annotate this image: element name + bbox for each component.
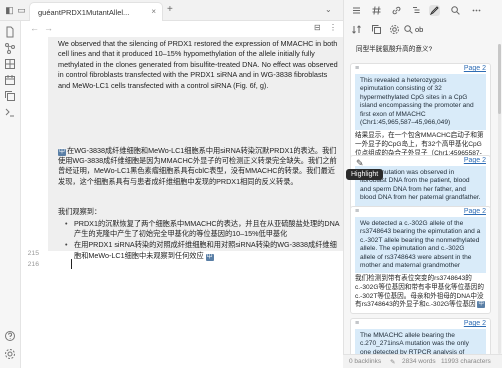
card-menu-icon[interactable]: ≡	[355, 65, 359, 72]
tab-active-document[interactable]: guéantPRDX1MutantAllel... ×	[29, 2, 163, 21]
tab-list-chevron-icon[interactable]: ⌄	[325, 5, 332, 14]
terminal-icon[interactable]	[4, 106, 16, 118]
annotation-card[interactable]: Page 2 ...s epimutation was observed in …	[350, 155, 491, 210]
translation-badge-icon: 中	[477, 301, 485, 309]
highlight-text: This revealed a heterozygous epimutation…	[355, 74, 486, 131]
more-options-icon[interactable]: ⋮	[329, 23, 337, 32]
tab-title: guéantPRDX1MutantAllel...	[38, 8, 130, 17]
card-header: Page 2	[351, 156, 490, 166]
card-header: ≡ Page 2	[351, 207, 490, 217]
scrollbar-thumb[interactable]	[498, 44, 501, 114]
highlight-tooltip: Highlight	[346, 169, 384, 180]
sidebar-top-icons	[344, 0, 502, 21]
editor-pane[interactable]: We observed that the silencing of PRDX1 …	[21, 37, 348, 368]
folder-icon[interactable]: ▭	[16, 5, 27, 16]
sidebar-scrollbar[interactable]	[498, 44, 501, 354]
page-link[interactable]: Page 2	[464, 65, 486, 72]
settings-small-icon[interactable]	[389, 24, 400, 35]
page-link[interactable]: Page 2	[464, 320, 486, 327]
line-number: 215	[27, 250, 39, 257]
right-sidebar: ob 同型半胱氨酸升高的意义? ≡ Page 2 This revealed a…	[343, 0, 502, 368]
paragraph-english: We observed that the silencing of PRDX1 …	[58, 39, 338, 90]
tab-bar: ◧ ▭ guéantPRDX1MutantAllel... × + ⌄	[0, 0, 343, 21]
copy-notes-icon[interactable]	[371, 24, 382, 35]
list-icon[interactable]	[351, 5, 362, 16]
sidebar-search-input[interactable]: ob	[415, 25, 423, 34]
editor-nav-row: ← → ⊟ ⋮	[21, 21, 343, 37]
search-icon[interactable]	[450, 5, 461, 16]
line-number: 216	[27, 261, 39, 268]
sidebar-toggle-icon[interactable]: ◧	[4, 5, 15, 16]
word-count: 2834 words	[402, 358, 436, 365]
annotation-card[interactable]: ≡ Page 2 We detected a c.-302G allele of…	[350, 206, 491, 314]
backlinks-count[interactable]: 0 backlinks	[349, 358, 381, 365]
paragraph-chinese: 中在WG-3838成纤维细胞和MeWo-LC1细胞系中用siRNA转染沉默PRD…	[58, 146, 338, 187]
first-note: 同型半胱氨酸升高的意义?	[356, 46, 433, 53]
settings-icon[interactable]	[4, 348, 16, 360]
graph-icon[interactable]	[4, 42, 16, 54]
filter-search-icon[interactable]	[403, 24, 414, 35]
grid-icon[interactable]	[4, 58, 16, 70]
highlight-pen-icon[interactable]: ✎	[356, 158, 364, 169]
card-note: 我们检测到带有表位突变的rs3748643的c.-302G等位基因和带有非甲基化…	[355, 275, 486, 309]
edit-mode-icon[interactable]: ✎	[390, 358, 395, 366]
forward-button[interactable]: →	[44, 23, 53, 33]
page-link[interactable]: Page 2	[464, 157, 486, 164]
highlight-icon[interactable]	[429, 5, 440, 16]
paragraph-chinese-text: 在WG-3838成纤维细胞和MeWo-LC1细胞系中用siRNA转染沉默PRDX…	[58, 146, 337, 186]
bullet-list: PRDX1的沉默恢复了两个细胞系中MMACHC的表达，并且在从亚硫酸盐处理的DN…	[58, 219, 342, 262]
new-tab-button[interactable]: +	[167, 4, 173, 15]
files-icon[interactable]	[4, 26, 16, 38]
reading-view-icon[interactable]: ⊟	[314, 23, 321, 32]
status-bar: 0 backlinks ✎ 2834 words 11993 character…	[343, 354, 502, 368]
left-ribbon	[0, 21, 21, 368]
calendar-icon[interactable]	[4, 74, 16, 86]
highlight-text: We detected a c.-302G allele of the rs37…	[355, 217, 486, 274]
help-icon[interactable]	[4, 330, 16, 342]
outline-icon[interactable]	[411, 5, 422, 16]
hash-icon[interactable]	[371, 5, 382, 16]
sort-icon[interactable]	[351, 24, 362, 35]
list-item: 在用PRDX1 siRNA转染的对照成纤维细胞和用对照siRNA转染的WG-38…	[58, 240, 342, 261]
back-button[interactable]: ←	[30, 23, 39, 33]
sidebar-toolbar: ob	[344, 21, 502, 38]
character-count: 11993 characters	[441, 358, 491, 365]
card-menu-icon[interactable]: ≡	[355, 208, 359, 215]
translation-badge-icon: 中	[58, 149, 67, 156]
page-link[interactable]: Page 2	[464, 208, 486, 215]
tab-close-icon[interactable]: ×	[151, 7, 156, 16]
list-item: PRDX1的沉默恢复了两个细胞系中MMACHC的表达，并且在从亚硫酸盐处理的DN…	[58, 219, 342, 239]
card-header: ≡ Page 2	[351, 319, 490, 329]
observation-heading: 我们观察到：	[58, 207, 102, 216]
translation-badge-icon: 中	[205, 253, 214, 261]
card-note-text: 我们检测到带有表位突变的rs3748643的c.-302G等位基因和带有非甲基化…	[355, 275, 484, 309]
link-icon[interactable]	[391, 5, 402, 16]
copy-icon[interactable]	[4, 90, 16, 102]
card-header: ≡ Page 2	[351, 64, 490, 74]
card-menu-icon[interactable]: ≡	[355, 320, 359, 327]
more-icon[interactable]	[471, 5, 482, 16]
text-cursor	[71, 259, 72, 269]
